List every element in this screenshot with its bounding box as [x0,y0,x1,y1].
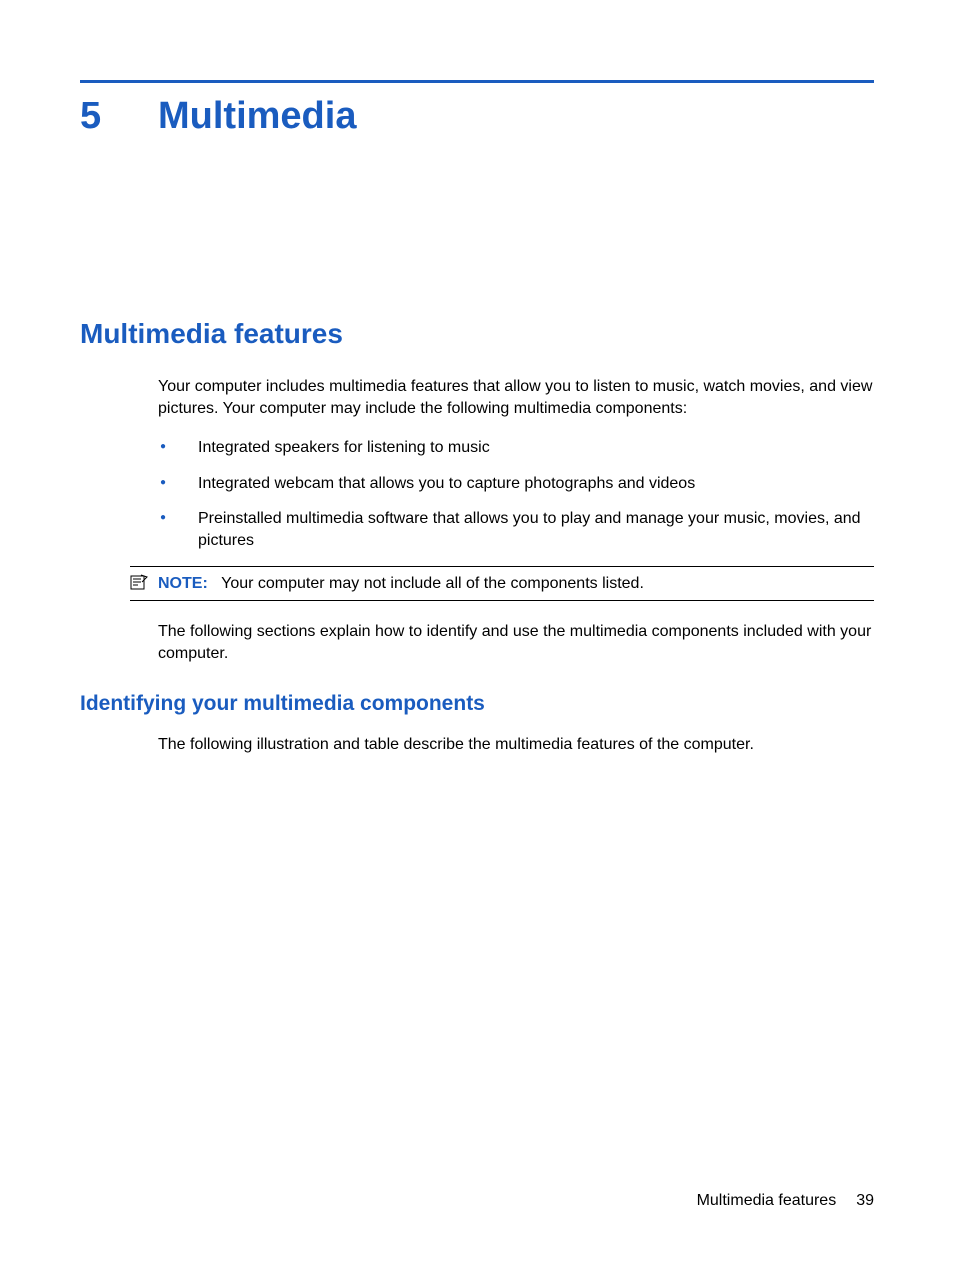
section-intro: Your computer includes multimedia featur… [158,376,874,419]
footer-page-number: 39 [856,1192,874,1210]
subsection-text: The following illustration and table des… [158,734,874,756]
list-item: Integrated webcam that allows you to cap… [158,473,874,495]
note-icon [130,574,152,590]
footer-section-title: Multimedia features [697,1192,837,1210]
list-item: Integrated speakers for listening to mus… [158,437,874,459]
section-heading: Multimedia features [80,318,874,350]
note-text: NOTE: Your computer may not include all … [158,573,644,595]
bullet-list: Integrated speakers for listening to mus… [158,437,874,551]
note-body: Your computer may not include all of the… [221,575,644,592]
note-block: NOTE: Your computer may not include all … [130,566,874,602]
page-footer: Multimedia features 39 [697,1192,874,1210]
list-item: Preinstalled multimedia software that al… [158,508,874,551]
section-outro: The following sections explain how to id… [158,621,874,664]
note-label: NOTE: [158,575,208,592]
chapter-rule [80,80,874,83]
chapter-title: Multimedia [158,95,356,138]
chapter-title-row: 5 Multimedia [80,95,874,138]
subsection-heading: Identifying your multimedia components [80,692,874,716]
chapter-number: 5 [80,95,158,138]
